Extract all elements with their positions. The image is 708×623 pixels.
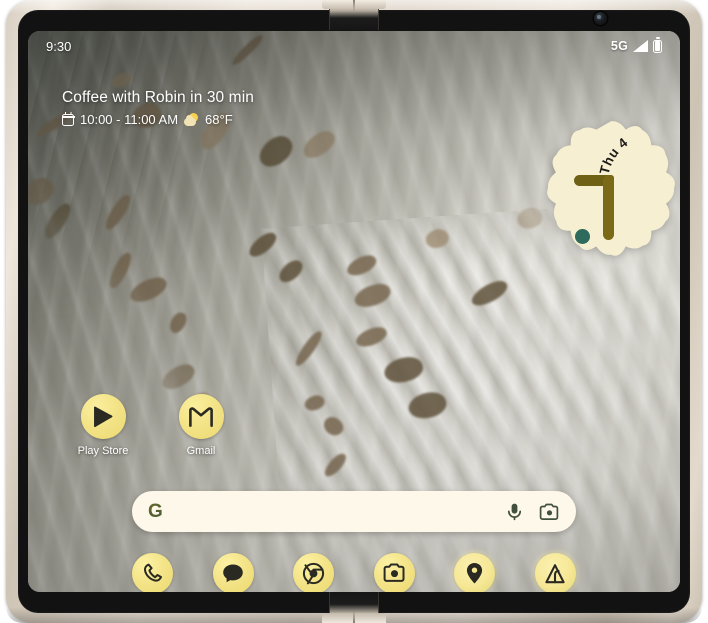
network-type-label: 5G bbox=[610, 39, 628, 53]
dock-item-messages[interactable] bbox=[212, 552, 254, 592]
dock-item-home[interactable] bbox=[534, 552, 576, 592]
calendar-icon bbox=[61, 111, 75, 126]
dock-item-maps[interactable] bbox=[454, 552, 496, 592]
app-label: Play Store bbox=[77, 445, 129, 457]
status-bar-indicators: 5G bbox=[610, 36, 662, 53]
battery-full-icon bbox=[653, 36, 662, 53]
app-label: Gmail bbox=[186, 445, 216, 457]
clock-minute-hand bbox=[603, 175, 614, 240]
status-bar: 9:30 5G bbox=[28, 31, 680, 61]
search-input[interactable] bbox=[162, 491, 506, 532]
app-icon-row: Play Store Gmail bbox=[68, 394, 236, 457]
google-g-icon: G bbox=[148, 501, 163, 522]
dock-item-phone[interactable] bbox=[132, 552, 173, 592]
clock-widget-date: Thu 4 bbox=[597, 135, 670, 187]
clock-widget-dot bbox=[575, 229, 590, 244]
phone-screen: 9:30 5G Coffee with Robin in 30 min 10:0… bbox=[28, 31, 680, 592]
smartspace-subtitle: 10:00 - 11:00 AM 68°F bbox=[61, 111, 254, 127]
hinge-seam-line-bottom bbox=[353, 609, 355, 623]
microphone-icon[interactable] bbox=[506, 502, 523, 521]
google-search-bar[interactable]: G bbox=[132, 491, 576, 532]
smartspace-time-range: 10:00 - 11:00 AM bbox=[80, 112, 179, 127]
sun-behind-cloud-icon bbox=[184, 113, 199, 126]
camera-glint bbox=[597, 15, 601, 19]
signal-bars-icon bbox=[633, 40, 648, 52]
hinge-seam-line-top bbox=[353, 0, 355, 12]
dock-item-chrome[interactable] bbox=[293, 552, 335, 592]
smartspace-temperature: 68°F bbox=[205, 112, 233, 127]
google-lens-camera-icon[interactable] bbox=[539, 503, 560, 521]
search-bar-actions bbox=[506, 502, 560, 521]
dock-item-camera[interactable] bbox=[373, 552, 415, 592]
app-dock bbox=[132, 548, 576, 592]
app-play-store[interactable]: Play Store bbox=[68, 394, 138, 457]
status-bar-clock: 9:30 bbox=[46, 38, 72, 54]
clock-widget[interactable]: Thu 4 bbox=[546, 119, 676, 257]
gmail-icon bbox=[178, 394, 224, 439]
app-gmail[interactable]: Gmail bbox=[166, 394, 236, 457]
smartspace-title: Coffee with Robin in 30 min bbox=[62, 89, 254, 106]
at-a-glance-widget[interactable]: Coffee with Robin in 30 min 10:00 - 11:0… bbox=[61, 89, 254, 127]
pixel-fold-device: 9:30 5G Coffee with Robin in 30 min 10:0… bbox=[0, 0, 708, 623]
play-store-icon bbox=[80, 394, 126, 439]
front-camera-icon bbox=[594, 12, 607, 25]
